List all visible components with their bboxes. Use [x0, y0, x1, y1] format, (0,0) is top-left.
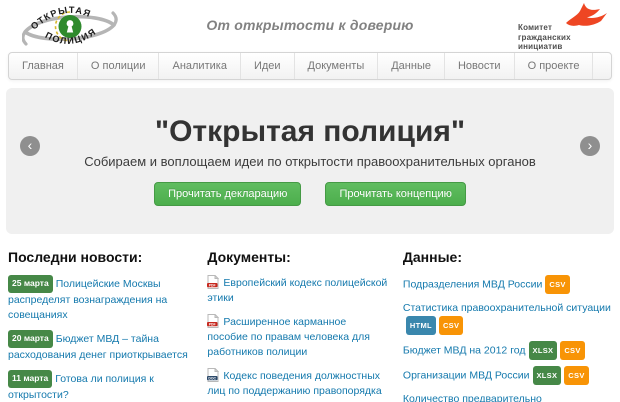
format-badge-xlsx[interactable]: XLSX — [529, 341, 558, 360]
dataset-title[interactable]: Бюджет МВД на 2012 год — [403, 345, 526, 357]
svg-text:PDF: PDF — [209, 283, 216, 287]
dataset-link[interactable]: Статистика правоохранительной ситуации HT… — [403, 300, 612, 335]
partner-name-line: Комитет — [518, 23, 571, 33]
hero-carousel: "Открытая полиция" Собираем и воплощаем … — [6, 88, 614, 234]
news-item[interactable]: 11 мартаГотова ли полиция к открытости? — [8, 370, 193, 402]
dataset-title[interactable]: Статистика правоохранительной ситуации — [403, 302, 611, 314]
pdf-file-icon: PDF — [207, 314, 219, 328]
nav-item-analytics[interactable]: Аналитика — [159, 53, 240, 79]
hero-title: "Открытая полиция" — [6, 88, 614, 149]
news-heading: Последни новости: — [8, 249, 193, 265]
data-heading: Данные: — [403, 249, 612, 265]
format-badge-csv[interactable]: CSV — [564, 366, 588, 385]
nav-item-documents[interactable]: Документы — [295, 53, 379, 79]
document-title[interactable]: Европейский кодекс полицейской этики — [207, 277, 387, 304]
read-concept-button[interactable]: Прочитать концепцию — [325, 182, 465, 206]
read-declaration-button[interactable]: Прочитать декларацию — [154, 182, 301, 206]
news-item[interactable]: 20 мартаБюджет МВД – тайна расходования … — [8, 330, 193, 363]
partner-name-line: инициатив — [518, 42, 571, 52]
date-badge: 20 марта — [8, 330, 53, 348]
doc-file-icon: DOC — [207, 368, 219, 382]
header: ОТКРЫТАЯ ПОЛИЦИЯ От открытости к доверию… — [0, 0, 620, 52]
main-navigation: Главная О полиции Аналитика Идеи Докумен… — [8, 52, 612, 80]
documents-column: Документы: PDFЕвропейский кодекс полицей… — [207, 249, 388, 402]
dataset-link[interactable]: Организации МВД РоссииXLSXCSV — [403, 366, 612, 385]
pdf-file-icon: PDF — [207, 275, 219, 289]
dataset-link[interactable]: Бюджет МВД на 2012 годXLSXCSV — [403, 341, 612, 360]
carousel-next-icon[interactable]: › — [580, 136, 600, 156]
nav-item-home[interactable]: Главная — [9, 53, 78, 79]
format-badge-csv[interactable]: CSV — [545, 275, 569, 294]
carousel-prev-icon[interactable]: ‹ — [20, 136, 40, 156]
format-badge-xlsx[interactable]: XLSX — [533, 366, 562, 385]
news-column: Последни новости: 25 мартаПолицейские Мо… — [8, 249, 193, 402]
document-link[interactable]: DOCКодекс поведения должностных лиц по п… — [207, 368, 388, 399]
hero-subtitle: Собираем и воплощаем идеи по открытости … — [6, 154, 614, 169]
nav-item-about-project[interactable]: О проекте — [515, 53, 594, 79]
news-item[interactable]: 25 мартаПолицейские Москвы распределят в… — [8, 275, 193, 323]
nav-item-ideas[interactable]: Идеи — [241, 53, 295, 79]
documents-heading: Документы: — [207, 249, 388, 265]
svg-text:PDF: PDF — [209, 322, 216, 326]
document-title[interactable]: Расширенное карманное пособие по правам … — [207, 316, 369, 358]
hero-buttons: Прочитать декларацию Прочитать концепцию — [6, 182, 614, 206]
document-link[interactable]: PDFЕвропейский кодекс полицейской этики — [207, 275, 388, 306]
format-badge-csv[interactable]: CSV — [560, 341, 584, 360]
dataset-link[interactable]: Подразделения МВД РоссииCSV — [403, 275, 612, 294]
content-columns: Последни новости: 25 мартаПолицейские Мо… — [0, 234, 620, 402]
document-link[interactable]: PDFРасширенное карманное пособие по прав… — [207, 314, 388, 360]
partner-name-line: гражданских — [518, 33, 571, 43]
date-badge: 25 марта — [8, 275, 53, 293]
dataset-title[interactable]: Количество предварительно расследованных… — [403, 393, 612, 402]
format-badge-html[interactable]: HTML — [406, 316, 436, 335]
format-badge-csv[interactable]: CSV — [439, 316, 463, 335]
dataset-title[interactable]: Подразделения МВД России — [403, 279, 542, 291]
nav-item-about-police[interactable]: О полиции — [78, 53, 160, 79]
dataset-title[interactable]: Организации МВД России — [403, 370, 530, 382]
data-column: Данные: Подразделения МВД РоссииCSV Стат… — [403, 249, 612, 402]
svg-text:DOC: DOC — [209, 376, 217, 380]
dataset-link[interactable]: Количество предварительно расследованных… — [403, 391, 612, 402]
nav-item-data[interactable]: Данные — [378, 53, 445, 79]
partner-logo[interactable]: Комитет гражданских инициатив — [508, 2, 612, 52]
document-title[interactable]: Кодекс поведения должностных лиц по подд… — [207, 370, 381, 397]
eye-tail — [23, 32, 26, 44]
date-badge: 11 марта — [8, 370, 52, 388]
partner-name: Комитет гражданских инициатив — [518, 23, 571, 52]
nav-item-news[interactable]: Новости — [445, 53, 515, 79]
